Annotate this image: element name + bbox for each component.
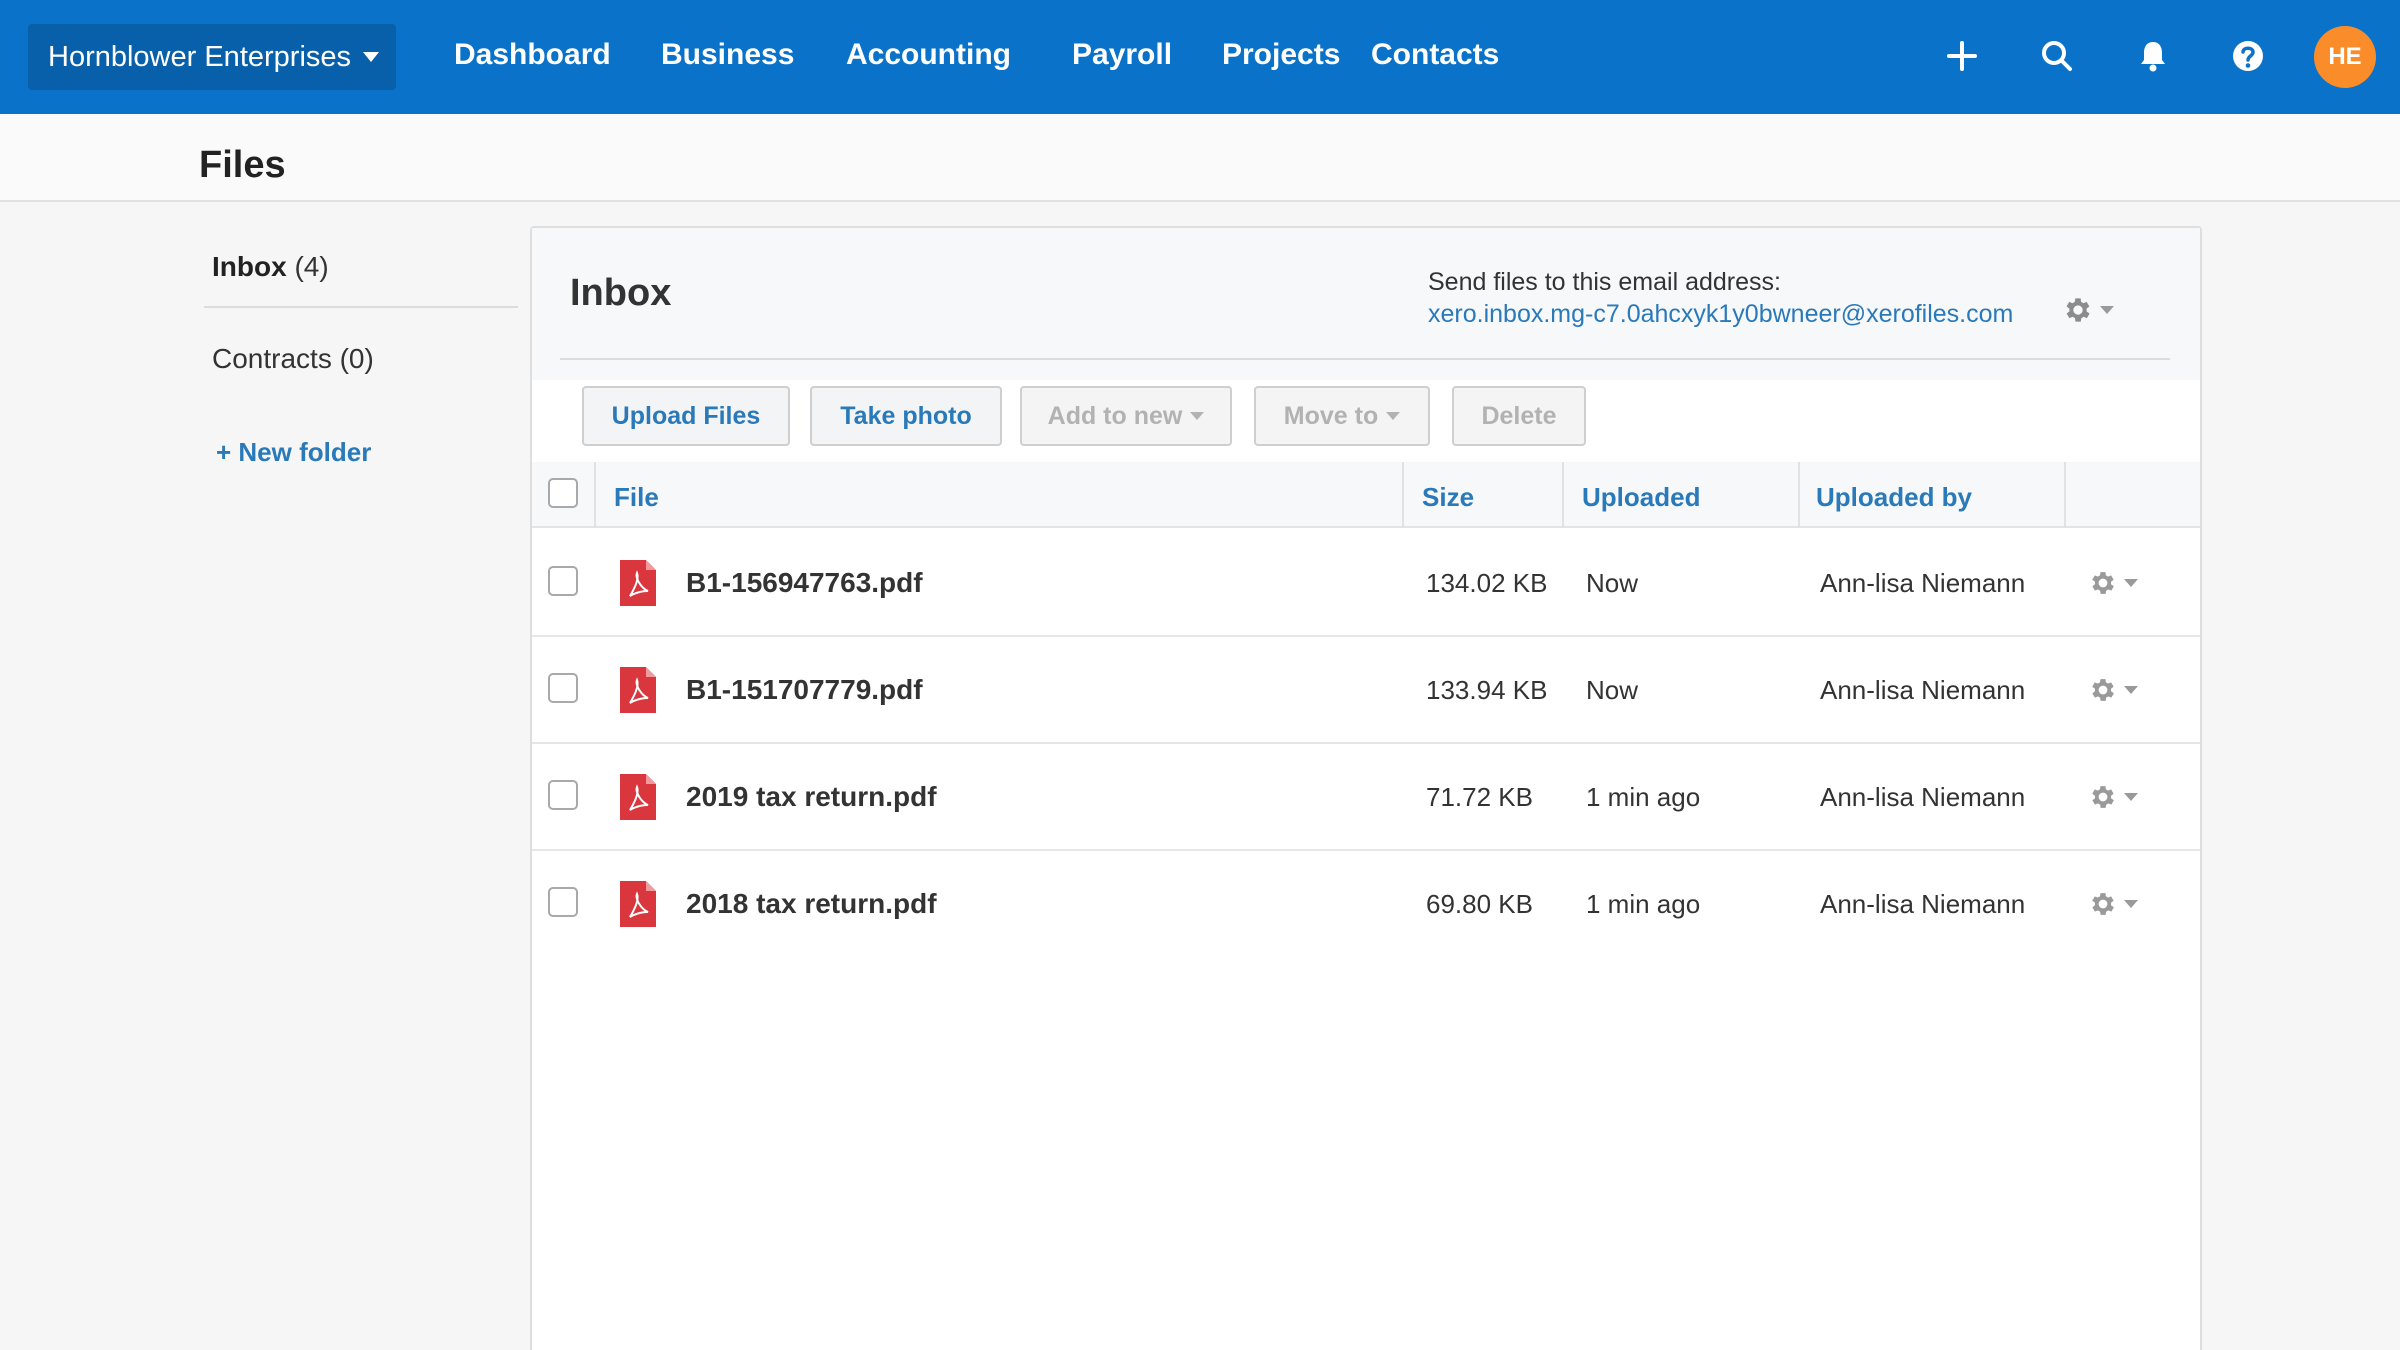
row-actions-menu[interactable]: [2088, 782, 2138, 812]
row-checkbox[interactable]: [548, 566, 578, 596]
user-avatar[interactable]: HE: [2314, 26, 2376, 88]
column-divider: [594, 462, 596, 528]
top-navigation-bar: Hornblower Enterprises Dashboard Busines…: [0, 0, 2400, 114]
file-uploaded-by: Ann-lisa Niemann: [1820, 568, 2026, 598]
column-divider: [1402, 462, 1404, 528]
folder-count: (0): [339, 343, 374, 374]
gear-icon: [2092, 679, 2114, 701]
nav-business[interactable]: Business: [661, 38, 794, 72]
pdf-file-icon: [620, 881, 656, 927]
search-icon[interactable]: [2037, 36, 2077, 76]
chevron-down-icon: [2124, 686, 2138, 694]
upload-files-label: Upload Files: [611, 401, 761, 430]
gear-icon: [2092, 786, 2114, 808]
folder-name: Contracts: [212, 343, 332, 374]
file-uploaded-by: Ann-lisa Niemann: [1820, 889, 2026, 919]
row-actions-menu[interactable]: [2088, 889, 2138, 919]
help-icon[interactable]: [2228, 36, 2268, 76]
row-actions-menu[interactable]: [2088, 675, 2138, 705]
take-photo-button[interactable]: Take photo: [810, 386, 1002, 446]
file-size: 71.72 KB: [1426, 782, 1533, 812]
bell-icon[interactable]: [2133, 36, 2173, 76]
pdf-file-icon: [620, 667, 656, 713]
file-uploaded: 1 min ago: [1586, 782, 1701, 812]
take-photo-label: Take photo: [840, 401, 972, 430]
column-header-uploaded[interactable]: Uploaded: [1582, 482, 1700, 513]
column-header-file[interactable]: File: [614, 482, 659, 513]
column-header-uploaded-by[interactable]: Uploaded by: [1816, 482, 1972, 513]
file-name-link[interactable]: 2018 tax return.pdf: [686, 888, 937, 920]
nav-dashboard[interactable]: Dashboard: [454, 38, 611, 72]
table-row[interactable]: 2019 tax return.pdf 71.72 KB 1 min ago A…: [532, 744, 2200, 851]
organisation-switcher[interactable]: Hornblower Enterprises: [28, 24, 396, 90]
file-size: 133.94 KB: [1426, 675, 1548, 705]
row-actions-menu[interactable]: [2088, 568, 2138, 598]
chevron-down-icon: [2124, 579, 2138, 587]
table-header: File Size Uploaded Uploaded by: [532, 462, 2200, 528]
email-label: Send files to this email address:: [1428, 268, 1781, 296]
page-title-bar: Files: [0, 114, 2400, 202]
pdf-file-icon: [620, 774, 656, 820]
move-to-label: Move to: [1283, 401, 1379, 430]
file-uploaded: Now: [1586, 675, 1639, 705]
move-to-button[interactable]: Move to: [1254, 386, 1430, 446]
nav-projects[interactable]: Projects: [1222, 38, 1340, 72]
gear-icon: [2092, 893, 2114, 915]
file-uploaded: Now: [1586, 568, 1639, 598]
nav-contacts[interactable]: Contacts: [1371, 38, 1499, 72]
file-name-link[interactable]: B1-156947763.pdf: [686, 567, 923, 599]
column-header-size[interactable]: Size: [1422, 482, 1474, 513]
chevron-down-icon: [2124, 793, 2138, 801]
row-checkbox[interactable]: [548, 887, 578, 917]
table-row[interactable]: B1-151707779.pdf 133.94 KB Now Ann-lisa …: [532, 637, 2200, 744]
new-folder-link[interactable]: + New folder: [216, 437, 371, 468]
plus-icon[interactable]: [1942, 36, 1982, 76]
panel-title: Inbox: [570, 272, 672, 314]
inbox-panel: Inbox Send files to this email address: …: [530, 226, 2202, 1350]
inbox-email-address[interactable]: xero.inbox.mg-c7.0ahcxyk1y0bwneer@xerofi…: [1428, 300, 2013, 329]
table-row[interactable]: 2018 tax return.pdf 69.80 KB 1 min ago A…: [532, 851, 2200, 958]
column-divider: [1798, 462, 1800, 528]
page-title: Files: [199, 144, 286, 186]
sidebar-folder-contracts[interactable]: Contracts (0): [212, 343, 374, 375]
chevron-down-icon: [363, 52, 380, 62]
row-checkbox[interactable]: [548, 673, 578, 703]
file-uploaded-by: Ann-lisa Niemann: [1820, 675, 2026, 705]
column-divider: [2064, 462, 2066, 528]
pdf-file-icon: [620, 560, 656, 606]
organisation-name: Hornblower Enterprises: [48, 40, 352, 73]
select-all-checkbox[interactable]: [548, 478, 578, 508]
chevron-down-icon: [1190, 412, 1205, 420]
file-uploaded: 1 min ago: [1586, 889, 1701, 919]
row-checkbox[interactable]: [548, 780, 578, 810]
folder-name: Inbox: [212, 251, 287, 282]
upload-files-button[interactable]: Upload Files: [582, 386, 790, 446]
nav-payroll[interactable]: Payroll: [1072, 38, 1172, 72]
add-to-new-label: Add to new: [1047, 401, 1183, 430]
header-divider: [560, 358, 2170, 360]
file-name-link[interactable]: B1-151707779.pdf: [686, 674, 923, 706]
chevron-down-icon: [1386, 412, 1401, 420]
delete-button[interactable]: Delete: [1452, 386, 1586, 446]
sidebar-divider: [204, 306, 518, 308]
column-divider: [1562, 462, 1564, 528]
file-size: 69.80 KB: [1426, 889, 1533, 919]
delete-label: Delete: [1481, 401, 1557, 430]
add-to-new-button[interactable]: Add to new: [1020, 386, 1232, 446]
gear-icon: [2066, 298, 2090, 322]
file-size: 134.02 KB: [1426, 568, 1548, 598]
gear-icon: [2092, 572, 2114, 594]
folder-count: (4): [294, 251, 329, 282]
file-name-link[interactable]: 2019 tax return.pdf: [686, 781, 937, 813]
sidebar-folder-inbox[interactable]: Inbox (4): [212, 251, 329, 283]
table-row[interactable]: B1-156947763.pdf 134.02 KB Now Ann-lisa …: [532, 530, 2200, 637]
chevron-down-icon: [2100, 306, 2114, 314]
chevron-down-icon: [2124, 900, 2138, 908]
inbox-settings-menu[interactable]: [2062, 294, 2114, 326]
nav-accounting[interactable]: Accounting: [846, 38, 1011, 72]
file-uploaded-by: Ann-lisa Niemann: [1820, 782, 2026, 812]
